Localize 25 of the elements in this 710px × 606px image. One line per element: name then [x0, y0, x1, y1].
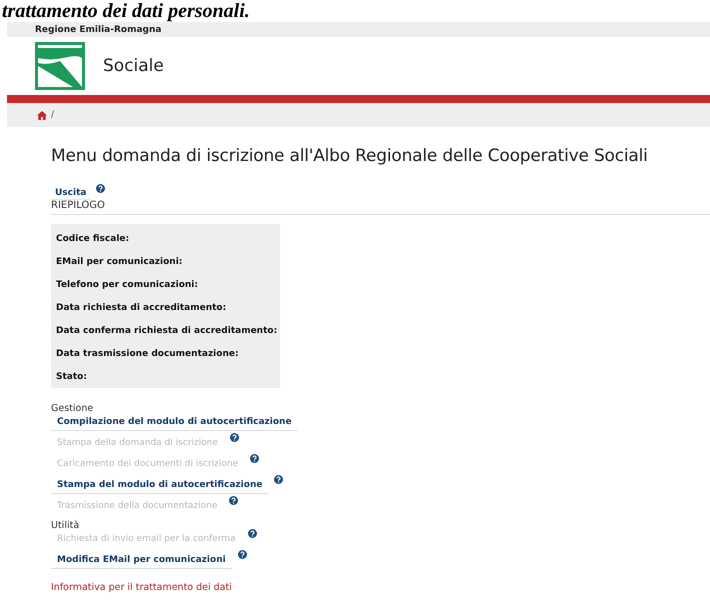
field-label: Data trasmissione documentazione:: [55, 348, 240, 360]
privacy-link[interactable]: Informativa per il trattamento dei dati: [51, 582, 232, 593]
field-label: Codice fiscale:: [55, 232, 130, 246]
help-icon[interactable]: [96, 184, 106, 193]
site-title: Sociale: [103, 56, 164, 76]
summary-heading: RIEPILOGO: [51, 200, 710, 215]
menu-link[interactable]: Compilazione del modulo di autocertificazione: [51, 414, 298, 431]
home-icon[interactable]: [37, 110, 47, 120]
caption-text: trattamento dei dati personali.: [1, 0, 251, 22]
field-label: EMail per comunicazioni:: [55, 256, 184, 268]
section-heading: Gestione: [51, 403, 94, 414]
field-label: Stato:: [55, 370, 88, 384]
region-name: Regione Emilia-Romagna: [35, 24, 162, 34]
section-heading: Utilità: [51, 520, 80, 531]
menu-link[interactable]: Modifica EMail per comunicazioni: [51, 552, 232, 569]
field-label: Data richiesta di accreditamento:: [55, 302, 228, 314]
field-label: Data conferma richiesta di accreditamento:: [55, 324, 278, 338]
breadcrumb-separator: /: [51, 110, 54, 120]
region-logo-icon[interactable]: [35, 42, 85, 90]
menu-link[interactable]: Stampa del modulo di autocertificazione: [51, 477, 268, 494]
exit-link[interactable]: Uscita: [51, 186, 90, 200]
help-icon[interactable]: [274, 475, 284, 484]
help-icon[interactable]: [238, 550, 247, 559]
page-title: Menu domanda di iscrizione all'Albo Regionale delle Cooperative Sociali: [51, 146, 649, 166]
field-label: Telefono per comunicazioni:: [55, 278, 199, 292]
